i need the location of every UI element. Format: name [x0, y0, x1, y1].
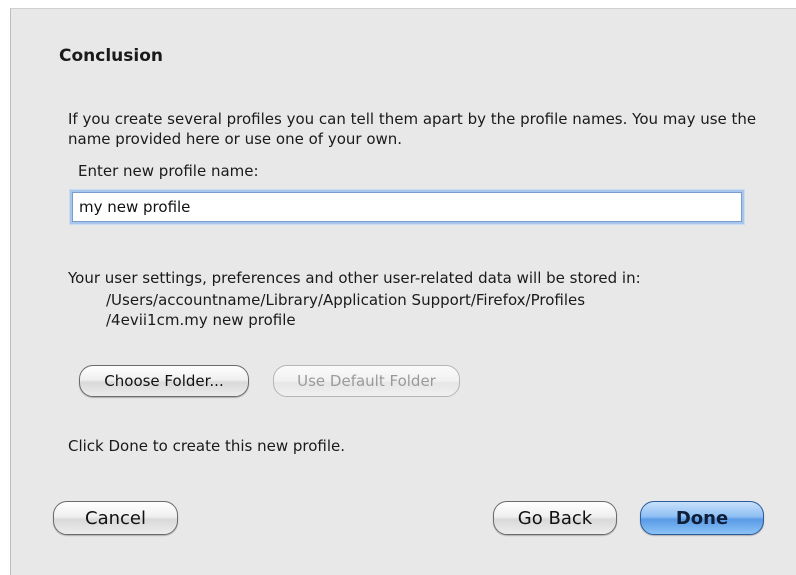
done-hint-text: Click Done to create this new profile. — [68, 437, 346, 455]
page-title: Conclusion — [59, 46, 163, 66]
storage-location-label: Your user settings, preferences and othe… — [68, 269, 641, 287]
storage-path-line-2: /4evii1cm.my new profile — [106, 311, 296, 329]
done-button[interactable]: Done — [640, 501, 764, 535]
storage-path-line-1: /Users/accountname/Library/Application S… — [106, 291, 586, 309]
profile-name-label: Enter new profile name: — [78, 162, 259, 180]
cancel-button[interactable]: Cancel — [53, 501, 178, 535]
create-profile-dialog: Conclusion If you create several profile… — [10, 8, 796, 575]
choose-folder-button[interactable]: Choose Folder... — [79, 365, 249, 397]
intro-text: If you create several profiles you can t… — [68, 110, 757, 148]
profile-name-input[interactable] — [72, 192, 742, 222]
use-default-folder-button: Use Default Folder — [273, 365, 460, 397]
storage-path: /Users/accountname/Library/Application S… — [106, 290, 585, 330]
go-back-button[interactable]: Go Back — [493, 501, 617, 535]
